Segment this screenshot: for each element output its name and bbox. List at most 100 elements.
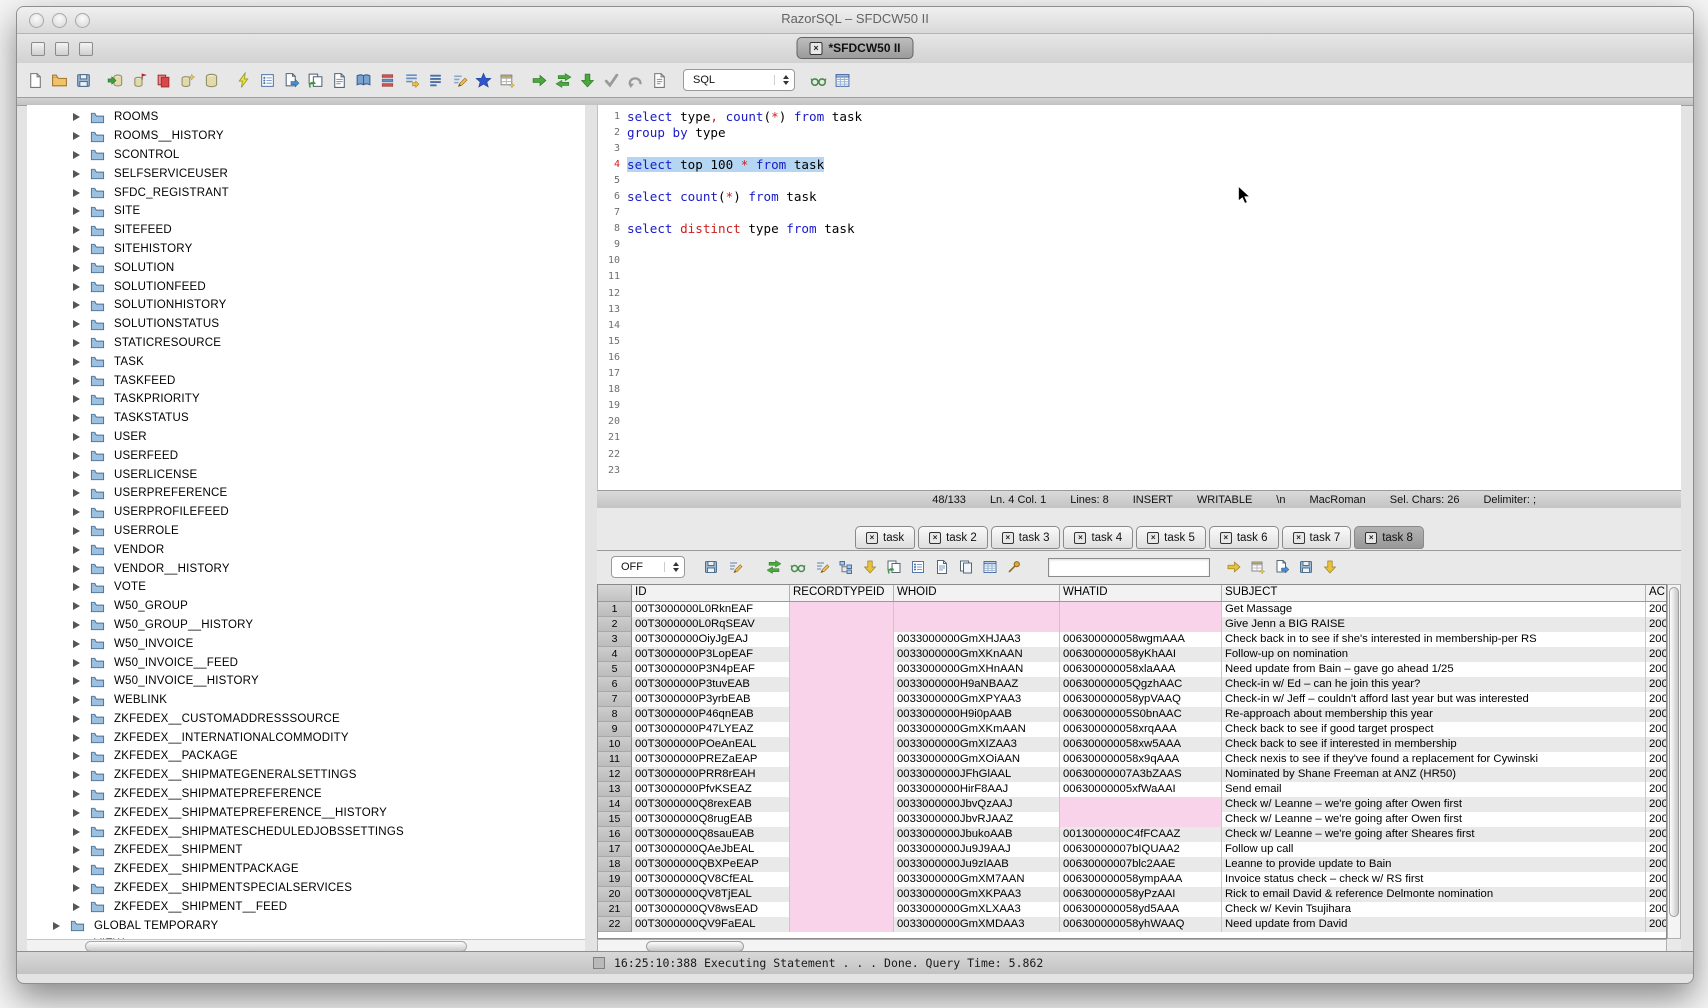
mdi-restore-icon[interactable] xyxy=(55,42,69,56)
view-row-icon[interactable] xyxy=(789,559,806,576)
copy-rows-icon[interactable] xyxy=(957,559,974,576)
grid-cell[interactable]: 0033000000JbvQzAAJ xyxy=(894,797,1060,812)
disclosure-triangle-icon[interactable] xyxy=(73,320,80,328)
grid-row[interactable]: 1800T3000000QBXPeEAP0033000000Ju9zlAAB00… xyxy=(598,857,1667,872)
disclosure-triangle-icon[interactable] xyxy=(73,226,80,234)
grid-cell[interactable] xyxy=(790,872,894,887)
grid-cell[interactable]: 00T3000000QAeJbEAL xyxy=(632,842,790,857)
grid-cell[interactable]: 200 xyxy=(1646,707,1667,722)
grid-cell[interactable] xyxy=(790,707,894,722)
tree-item[interactable]: USERFEED xyxy=(27,446,585,465)
grid-row[interactable]: 2000T3000000QV8TjEAL0033000000GmXKPAA300… xyxy=(598,887,1667,902)
editor-line[interactable]: 13 xyxy=(598,301,1681,317)
disclosure-triangle-icon[interactable] xyxy=(73,715,80,723)
grid-cell[interactable]: 00T3000000P47LYEAZ xyxy=(632,722,790,737)
grid-cell[interactable]: 00T3000000P46qnEAB xyxy=(632,707,790,722)
grid-cell[interactable]: 00630000005QgzhAAC xyxy=(1060,677,1222,692)
disclosure-triangle-icon[interactable] xyxy=(73,734,80,742)
row-number[interactable]: 13 xyxy=(598,782,632,797)
grid-cell[interactable]: Follow-up on nomination xyxy=(1222,647,1646,662)
row-number[interactable]: 5 xyxy=(598,662,632,677)
tree-view-icon[interactable] xyxy=(837,559,854,576)
grid-cell[interactable]: 00T3000000PRR8rEAH xyxy=(632,767,790,782)
tree-item[interactable]: SITEHISTORY xyxy=(27,240,585,259)
tree-item[interactable]: ZKFEDEX__CUSTOMADDRESSSOURCE xyxy=(27,710,585,729)
grid-row[interactable]: 1000T3000000POeAnEAL0033000000GmXIZAA300… xyxy=(598,737,1667,752)
row-number[interactable]: 4 xyxy=(598,647,632,662)
disclosure-triangle-icon[interactable] xyxy=(73,301,80,309)
disclosure-triangle-icon[interactable] xyxy=(73,264,80,272)
grid-cell[interactable]: 00T3000000L0RqSEAV xyxy=(632,617,790,632)
grid-row[interactable]: 2100T3000000QV8wsEAD0033000000GmXLXAA300… xyxy=(598,902,1667,917)
fetch-more-icon[interactable] xyxy=(579,72,596,89)
editor-line[interactable]: 6 select count(*) from task xyxy=(598,188,1681,204)
tree-item[interactable]: W50_GROUP__HISTORY xyxy=(27,616,585,635)
view-results-icon[interactable] xyxy=(810,72,827,89)
grid-cell[interactable]: 006300000058xlaAAA xyxy=(1060,662,1222,677)
grid-cell[interactable]: 200 xyxy=(1646,767,1667,782)
grid-cell[interactable]: 00T3000000QV8CfEAL xyxy=(632,872,790,887)
generate-table-icon[interactable] xyxy=(499,72,516,89)
grid-cell[interactable] xyxy=(790,827,894,842)
row-number[interactable]: 6 xyxy=(598,677,632,692)
disclosure-triangle-icon[interactable] xyxy=(73,884,80,892)
close-tab-icon[interactable]: × xyxy=(1365,532,1377,544)
disclosure-triangle-icon[interactable] xyxy=(73,339,80,347)
disclosure-triangle-icon[interactable] xyxy=(73,565,80,573)
row-number[interactable]: 20 xyxy=(598,887,632,902)
tree-item[interactable]: SFDC_REGISTRANT xyxy=(27,183,585,202)
grid-cell[interactable]: Leanne to provide update to Bain xyxy=(1222,857,1646,872)
disclosure-triangle-icon[interactable] xyxy=(73,790,80,798)
tree-item[interactable]: ROOMS__HISTORY xyxy=(27,127,585,146)
grid-cell[interactable]: 00T3000000PREZaEAP xyxy=(632,752,790,767)
editor-line[interactable]: 4 select top 100 * from task xyxy=(598,156,1681,172)
grid-row[interactable]: 200T3000000L0RqSEAVGive Jenn a BIG RAISE… xyxy=(598,617,1667,632)
status-stop-icon[interactable] xyxy=(593,957,605,969)
grid-cell[interactable]: Check w/ Leanne – we're going after Shea… xyxy=(1222,827,1646,842)
disclosure-triangle-icon[interactable] xyxy=(73,771,80,779)
grid-cell[interactable]: 0033000000GmXKnAAN xyxy=(894,647,1060,662)
grid-vertical-scrollbar[interactable] xyxy=(1667,584,1681,939)
grid-cell[interactable]: Check-in w/ Jeff – couldn't afford last … xyxy=(1222,692,1646,707)
grid-cell[interactable]: Check back in to see if she's interested… xyxy=(1222,632,1646,647)
tree-item[interactable]: VOTE xyxy=(27,578,585,597)
result-tab[interactable]: × task 8 xyxy=(1354,526,1424,549)
tree-item[interactable]: STATICRESOURCE xyxy=(27,334,585,353)
grid-cell[interactable]: 0033000000JFhGlAAL xyxy=(894,767,1060,782)
tree-item[interactable]: SOLUTIONSTATUS xyxy=(27,315,585,334)
tree-item[interactable]: ZKFEDEX__SHIPMENT xyxy=(27,841,585,860)
column-header-recordtypeid[interactable]: RECORDTYPEID xyxy=(790,585,894,601)
grid-cell[interactable] xyxy=(1060,602,1222,617)
disclosure-triangle-icon[interactable] xyxy=(73,527,80,535)
tree-item[interactable]: ZKFEDEX__SHIPMATEPREFERENCE__HISTORY xyxy=(27,803,585,822)
disclosure-triangle-icon[interactable] xyxy=(73,828,80,836)
grid-cell[interactable] xyxy=(790,857,894,872)
close-tab-icon[interactable]: × xyxy=(1293,532,1305,544)
row-number[interactable]: 19 xyxy=(598,872,632,887)
grid-cell[interactable]: 200 xyxy=(1646,857,1667,872)
disclosure-triangle-icon[interactable] xyxy=(73,508,80,516)
compare-list-icon[interactable] xyxy=(379,72,396,89)
grid-cell[interactable]: 200 xyxy=(1646,917,1667,932)
column-header-whatid[interactable]: WHATID xyxy=(1060,585,1222,601)
tree-item[interactable]: USERPROFILEFEED xyxy=(27,503,585,522)
editor-line[interactable]: 22 xyxy=(598,446,1681,462)
grid-cell[interactable]: Invoice status check – check w/ RS first xyxy=(1222,872,1646,887)
grid-cell[interactable]: 00630000007bIQUAA2 xyxy=(1060,842,1222,857)
tree-item[interactable]: ZKFEDEX__SHIPMENTSPECIALSERVICES xyxy=(27,879,585,898)
tree-item[interactable]: SOLUTION xyxy=(27,258,585,277)
editor-line[interactable]: 11 xyxy=(598,269,1681,285)
grid-cell[interactable]: 00T3000000Q8rugEAB xyxy=(632,812,790,827)
row-number[interactable]: 15 xyxy=(598,812,632,827)
tree-item[interactable]: W50_GROUP xyxy=(27,597,585,616)
tree-item[interactable]: W50_INVOICE__HISTORY xyxy=(27,672,585,691)
grid-cell[interactable]: 00T3000000POeAnEAL xyxy=(632,737,790,752)
grid-cell[interactable] xyxy=(790,812,894,827)
tree-item[interactable]: TASKPRIORITY xyxy=(27,390,585,409)
grid-cell[interactable] xyxy=(790,767,894,782)
result-tab[interactable]: × task 6 xyxy=(1209,526,1279,549)
grid-cell[interactable]: 0013000000C4fFCAAZ xyxy=(1060,827,1222,842)
grid-cell[interactable]: 200 xyxy=(1646,617,1667,632)
format-sql-icon[interactable] xyxy=(427,72,444,89)
editor-line[interactable]: 23 xyxy=(598,462,1681,478)
